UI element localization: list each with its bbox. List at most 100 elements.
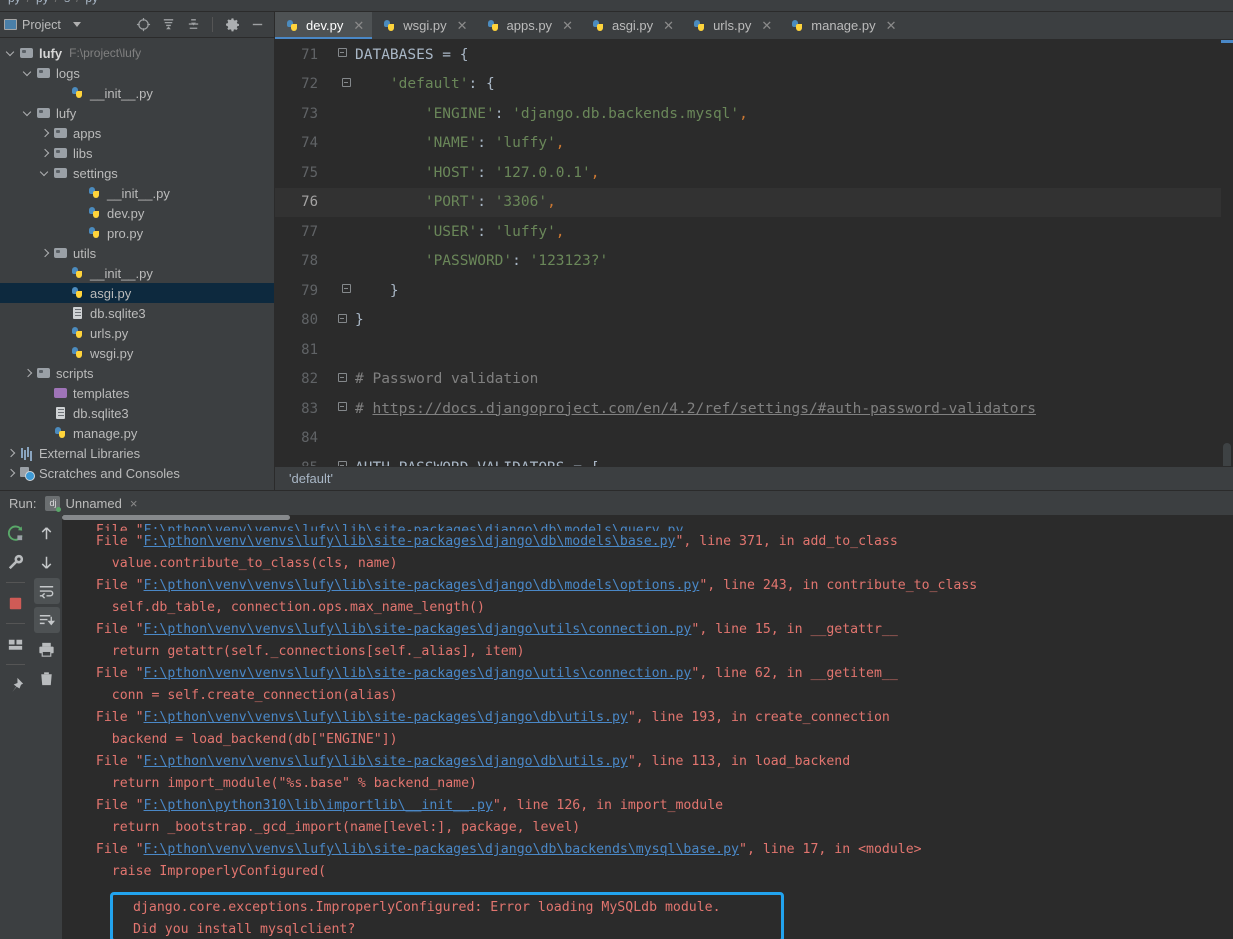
project-title-group[interactable]: Project <box>4 18 81 32</box>
gear-icon[interactable] <box>224 17 240 33</box>
tree-item-urls-py[interactable]: urls.py <box>0 323 274 343</box>
console-file-link[interactable]: F:\pthon\venv\venvs\lufy\lib\site-packag… <box>144 842 739 857</box>
fold-collapse-icon[interactable] <box>341 77 351 87</box>
code-line[interactable]: 77 'USER': 'luffy', <box>275 217 1233 247</box>
code-line[interactable]: 75 'HOST': '127.0.0.1', <box>275 158 1233 188</box>
chevron-right-icon[interactable] <box>39 248 50 259</box>
print-icon[interactable] <box>34 636 60 662</box>
code-line[interactable]: 82 # Password validation <box>275 365 1233 395</box>
code-line[interactable]: 79 } <box>275 276 1233 306</box>
chevron-down-icon[interactable] <box>22 68 33 79</box>
console-file-link[interactable]: F:\pthon\venv\venvs\lufy\lib\site-packag… <box>144 523 684 531</box>
code-line[interactable]: 74 'NAME': 'luffy', <box>275 129 1233 159</box>
console-file-link[interactable]: F:\pthon\python310\lib\importlib\__init_… <box>144 798 493 813</box>
fold-gutter[interactable] <box>329 313 355 327</box>
scroll-to-end-icon[interactable] <box>33 607 60 633</box>
chevron-down-icon[interactable] <box>72 22 81 27</box>
code-line[interactable]: 83 # https://docs.djangoproject.com/en/4.… <box>275 394 1233 424</box>
code-line[interactable]: 80} <box>275 306 1233 336</box>
fold-collapse-icon[interactable] <box>337 372 347 382</box>
collapse-all-icon[interactable] <box>185 17 201 33</box>
tree-item-lufy[interactable]: lufy <box>0 103 274 123</box>
code-line[interactable]: 81 <box>275 335 1233 365</box>
fold-end-icon[interactable] <box>337 402 347 412</box>
close-icon[interactable]: ✕ <box>457 19 468 32</box>
console-file-link[interactable]: F:\pthon\venv\venvs\lufy\lib\site-packag… <box>144 754 628 769</box>
close-icon[interactable]: ✕ <box>663 19 674 32</box>
chevron-right-icon[interactable] <box>39 148 50 159</box>
editor-tab-bar[interactable]: dev.py ✕ wsgi.py ✕ apps.py ✕ asgi.py ✕ urls.py ✕ m… <box>275 12 1233 40</box>
tree-item-logs[interactable]: logs <box>0 63 274 83</box>
editor-tab-asgi-py[interactable]: asgi.py ✕ <box>581 12 682 39</box>
editor-tab-urls-py[interactable]: urls.py ✕ <box>682 12 780 39</box>
close-icon[interactable]: ✕ <box>886 19 897 32</box>
code-token[interactable]: https://docs.djangoproject.com/en/4.2/re… <box>372 401 1035 417</box>
editor-breadcrumb[interactable]: 'default' <box>275 466 1233 490</box>
code-editor[interactable]: 71 DATABASES = {72 'default': {73 'ENGINE… <box>275 40 1233 466</box>
tree-item-wsgi-py[interactable]: wsgi.py <box>0 343 274 363</box>
fold-gutter[interactable] <box>329 372 355 386</box>
stop-icon[interactable] <box>3 590 29 616</box>
close-icon[interactable]: ✕ <box>761 19 772 32</box>
tree-item-pro-py[interactable]: pro.py <box>0 223 274 243</box>
run-console[interactable]: File "F:\pthon\venv\venvs\lufy\lib\site-… <box>62 515 1233 939</box>
tree-item--init-py[interactable]: __init__.py <box>0 263 274 283</box>
chevron-down-icon[interactable] <box>22 108 33 119</box>
code-line[interactable]: 72 'default': { <box>275 70 1233 100</box>
tree-item-scripts[interactable]: scripts <box>0 363 274 383</box>
tree-item--init-py[interactable]: __init__.py <box>0 83 274 103</box>
code-line[interactable]: 76 'PORT': '3306', <box>275 187 1233 217</box>
fold-gutter[interactable] <box>329 77 355 91</box>
code-line[interactable]: 78 'PASSWORD': '123123?' <box>275 247 1233 277</box>
code-line[interactable]: 73 'ENGINE': 'django.db.backends.mysql', <box>275 99 1233 129</box>
arrow-down-icon[interactable] <box>34 549 60 575</box>
chevron-down-icon[interactable] <box>5 48 16 59</box>
tree-item-libs[interactable]: libs <box>0 143 274 163</box>
minimize-icon[interactable] <box>249 17 265 33</box>
tree-item-db-sqlite3[interactable]: db.sqlite3 <box>0 303 274 323</box>
console-file-link[interactable]: F:\pthon\venv\venvs\lufy\lib\site-packag… <box>144 666 692 681</box>
tree-item-asgi-py[interactable]: asgi.py <box>0 283 274 303</box>
fold-end-icon[interactable] <box>341 284 351 294</box>
console-file-link[interactable]: F:\pthon\venv\venvs\lufy\lib\site-packag… <box>144 534 676 549</box>
fold-collapse-icon[interactable] <box>337 48 347 58</box>
trash-icon[interactable] <box>34 665 60 691</box>
expand-all-icon[interactable] <box>160 17 176 33</box>
tree-item-manage-py[interactable]: manage.py <box>0 423 274 443</box>
tree-item-apps[interactable]: apps <box>0 123 274 143</box>
console-file-link[interactable]: F:\pthon\venv\venvs\lufy\lib\site-packag… <box>144 710 628 725</box>
run-configuration-tab[interactable]: dj Unnamed × <box>45 495 138 512</box>
console-file-link[interactable]: F:\pthon\venv\venvs\lufy\lib\site-packag… <box>144 578 700 593</box>
code-line[interactable]: 84 <box>275 424 1233 454</box>
wrench-icon[interactable] <box>3 549 29 575</box>
close-icon[interactable]: ✕ <box>562 19 573 32</box>
tree-item-scratches-and-consoles[interactable]: Scratches and Consoles <box>0 463 274 483</box>
close-icon[interactable]: × <box>130 496 138 511</box>
tree-item--init-py[interactable]: __init__.py <box>0 183 274 203</box>
locate-icon[interactable] <box>135 17 151 33</box>
tree-item-utils[interactable]: utils <box>0 243 274 263</box>
chevron-right-icon[interactable] <box>39 128 50 139</box>
layout-icon[interactable] <box>3 631 29 657</box>
close-icon[interactable]: ✕ <box>353 19 364 32</box>
editor-tab-dev-py[interactable]: dev.py ✕ <box>275 12 373 39</box>
tree-item-templates[interactable]: templates <box>0 383 274 403</box>
fold-gutter[interactable] <box>329 48 355 61</box>
chevron-right-icon[interactable] <box>22 368 33 379</box>
pin-icon[interactable] <box>3 672 29 698</box>
editor-scrollbar[interactable] <box>1221 40 1233 491</box>
fold-gutter[interactable] <box>329 402 355 415</box>
tree-item-db-sqlite3[interactable]: db.sqlite3 <box>0 403 274 423</box>
editor-tab-apps-py[interactable]: apps.py ✕ <box>476 12 581 39</box>
rerun-icon[interactable] <box>3 520 29 546</box>
fold-end-icon[interactable] <box>337 313 347 323</box>
chevron-down-icon[interactable] <box>39 168 50 179</box>
tree-item-dev-py[interactable]: dev.py <box>0 203 274 223</box>
code-line[interactable]: 85AUTH_PASSWORD_VALIDATORS = [ <box>275 453 1233 466</box>
chevron-right-icon[interactable] <box>5 468 16 479</box>
code-line[interactable]: 71 DATABASES = { <box>275 40 1233 70</box>
editor-tab-manage-py[interactable]: manage.py ✕ <box>780 12 904 39</box>
tree-item-settings[interactable]: settings <box>0 163 274 183</box>
project-file-tree[interactable]: lufy F:\project\lufy logs __init__.py lufy ap… <box>0 39 274 490</box>
tree-item-external-libraries[interactable]: External Libraries <box>0 443 274 463</box>
